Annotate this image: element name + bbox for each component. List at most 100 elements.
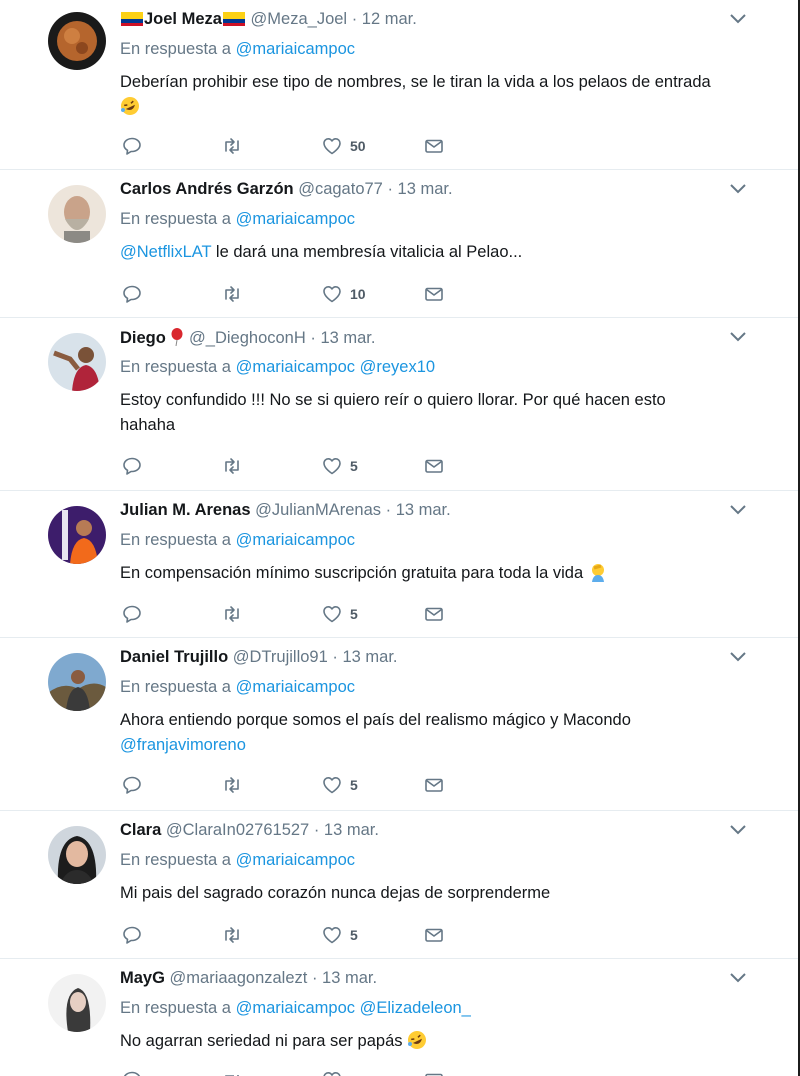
tweet-text-part: Deberían prohibir ese tipo de nombres, s… [120, 73, 711, 91]
user-handle[interactable]: @mariaagonzalezt [170, 969, 308, 987]
reply-context: En respuesta a @mariaicampoc [120, 678, 355, 697]
chevron-down-icon[interactable] [730, 505, 746, 515]
like-button[interactable]: 10 [322, 283, 366, 305]
tweet-text: Estoy confundido !!! No se si quiero reí… [120, 388, 718, 438]
retweet-icon [225, 458, 239, 474]
tweet-date[interactable]: 12 mar. [362, 10, 417, 28]
reply-button[interactable] [122, 455, 142, 477]
reply-prefix: En respuesta a [120, 851, 236, 869]
heart-icon [323, 606, 341, 623]
retweet-button[interactable] [222, 455, 242, 477]
like-count: 5 [350, 777, 358, 793]
retweet-icon[interactable] [222, 1070, 242, 1076]
tweet-date[interactable]: 13 mar. [320, 329, 375, 347]
tweet[interactable]: Daniel Trujillo @DTrujillo91 · 13 mar. E… [0, 638, 798, 811]
like-button[interactable]: 5 [322, 774, 358, 796]
direct-message-button[interactable] [424, 455, 444, 477]
avatar[interactable] [48, 333, 106, 391]
reply-mention[interactable]: @mariaicampoc [236, 358, 355, 376]
tweet-date[interactable]: 13 mar. [324, 821, 379, 839]
reply-button[interactable] [122, 603, 142, 625]
reply-button[interactable] [122, 135, 142, 157]
heart-icon [323, 458, 341, 475]
like-button[interactable]: 5 [322, 455, 358, 477]
direct-message-button[interactable] [424, 774, 444, 796]
reply-prefix: En respuesta a [120, 358, 236, 376]
reply-mention[interactable]: @Elizadeleon_ [360, 999, 471, 1017]
user-handle[interactable]: @DTrujillo91 [233, 648, 328, 666]
reply-mention[interactable]: @mariaicampoc [236, 531, 355, 549]
reply-icon[interactable] [122, 1070, 142, 1076]
avatar[interactable] [48, 12, 106, 70]
user-name[interactable]: Clara [120, 821, 161, 839]
tweet-date[interactable]: 13 mar. [396, 501, 451, 519]
heart-icon [323, 927, 341, 944]
tweet-text: No agarran seriedad ni para ser papás [120, 1029, 758, 1054]
retweet-icon [225, 777, 239, 793]
tweet[interactable]: Clara @ClaraIn02761527 · 13 mar. En resp… [0, 811, 798, 959]
like-count: 5 [350, 606, 358, 622]
chevron-down-icon[interactable] [730, 332, 746, 342]
avatar[interactable] [48, 506, 106, 564]
direct-message-button[interactable] [424, 283, 444, 305]
reply-mention[interactable]: @mariaicampoc [236, 851, 355, 869]
user-handle[interactable]: @_DieghoconH [189, 329, 306, 347]
reply-button[interactable] [122, 283, 142, 305]
reply-mention[interactable]: @mariaicampoc [236, 999, 355, 1017]
chevron-down-icon[interactable] [730, 652, 746, 662]
reply-mention[interactable]: @reyex10 [360, 358, 435, 376]
chevron-down-icon[interactable] [730, 973, 746, 983]
tweet[interactable]: Julian M. Arenas @JulianMArenas · 13 mar… [0, 491, 798, 638]
like-button[interactable]: 5 [322, 603, 358, 625]
retweet-button[interactable] [222, 283, 242, 305]
avatar[interactable] [48, 826, 106, 884]
reply-mention[interactable]: @mariaicampoc [236, 40, 355, 58]
text-mention[interactable]: @NetflixLAT [120, 243, 211, 261]
envelope-icon [425, 139, 443, 153]
tweet-actions-partial [122, 1070, 452, 1076]
tweet-header: Julian M. Arenas @JulianMArenas · 13 mar… [120, 501, 728, 520]
tweet[interactable]: MayG @mariaagonzalezt · 13 mar. En respu… [0, 959, 798, 1076]
chevron-down-icon[interactable] [730, 825, 746, 835]
heart-icon[interactable] [322, 1070, 342, 1076]
user-name[interactable]: Joel Meza [144, 10, 222, 28]
direct-message-button[interactable] [424, 924, 444, 946]
user-name[interactable]: Carlos Andrés Garzón [120, 180, 294, 198]
chevron-down-icon[interactable] [730, 184, 746, 194]
retweet-button[interactable] [222, 135, 242, 157]
tweet-date[interactable]: 13 mar. [398, 180, 453, 198]
reply-mention[interactable]: @mariaicampoc [236, 678, 355, 696]
avatar[interactable] [48, 185, 106, 243]
tweet[interactable]: Diego @_DieghoconH · 13 mar. En respuest… [0, 318, 798, 491]
reply-mention[interactable]: @mariaicampoc [236, 210, 355, 228]
user-handle[interactable]: @JulianMArenas [255, 501, 381, 519]
user-handle[interactable]: @Meza_Joel [251, 10, 348, 28]
tweet[interactable]: Carlos Andrés Garzón @cagato77 · 13 mar.… [0, 170, 798, 318]
user-name[interactable]: Diego [120, 329, 166, 347]
tweet[interactable]: Joel Meza @Meza_Joel · 12 mar. En respue… [0, 0, 798, 170]
avatar[interactable] [48, 653, 106, 711]
tweet-date[interactable]: 13 mar. [342, 648, 397, 666]
like-button[interactable]: 50 [322, 135, 366, 157]
user-name[interactable]: Daniel Trujillo [120, 648, 228, 666]
envelope-icon[interactable] [424, 1070, 444, 1076]
colombia-flag-icon [121, 12, 143, 26]
user-handle[interactable]: @ClaraIn02761527 [166, 821, 309, 839]
tweet-date[interactable]: 13 mar. [322, 969, 377, 987]
chevron-down-icon[interactable] [730, 14, 746, 24]
direct-message-button[interactable] [424, 603, 444, 625]
retweet-button[interactable] [222, 924, 242, 946]
user-name[interactable]: Julian M. Arenas [120, 501, 251, 519]
reply-button[interactable] [122, 924, 142, 946]
retweet-button[interactable] [222, 603, 242, 625]
reply-icon [123, 457, 141, 475]
retweet-button[interactable] [222, 774, 242, 796]
like-button[interactable]: 5 [322, 924, 358, 946]
text-mention[interactable]: @franjavimoreno [120, 736, 246, 754]
reply-button[interactable] [122, 774, 142, 796]
tweet-text: Deberían prohibir ese tipo de nombres, s… [120, 70, 758, 120]
user-name[interactable]: MayG [120, 969, 165, 987]
user-handle[interactable]: @cagato77 [298, 180, 383, 198]
direct-message-button[interactable] [424, 135, 444, 157]
avatar[interactable] [48, 974, 106, 1032]
